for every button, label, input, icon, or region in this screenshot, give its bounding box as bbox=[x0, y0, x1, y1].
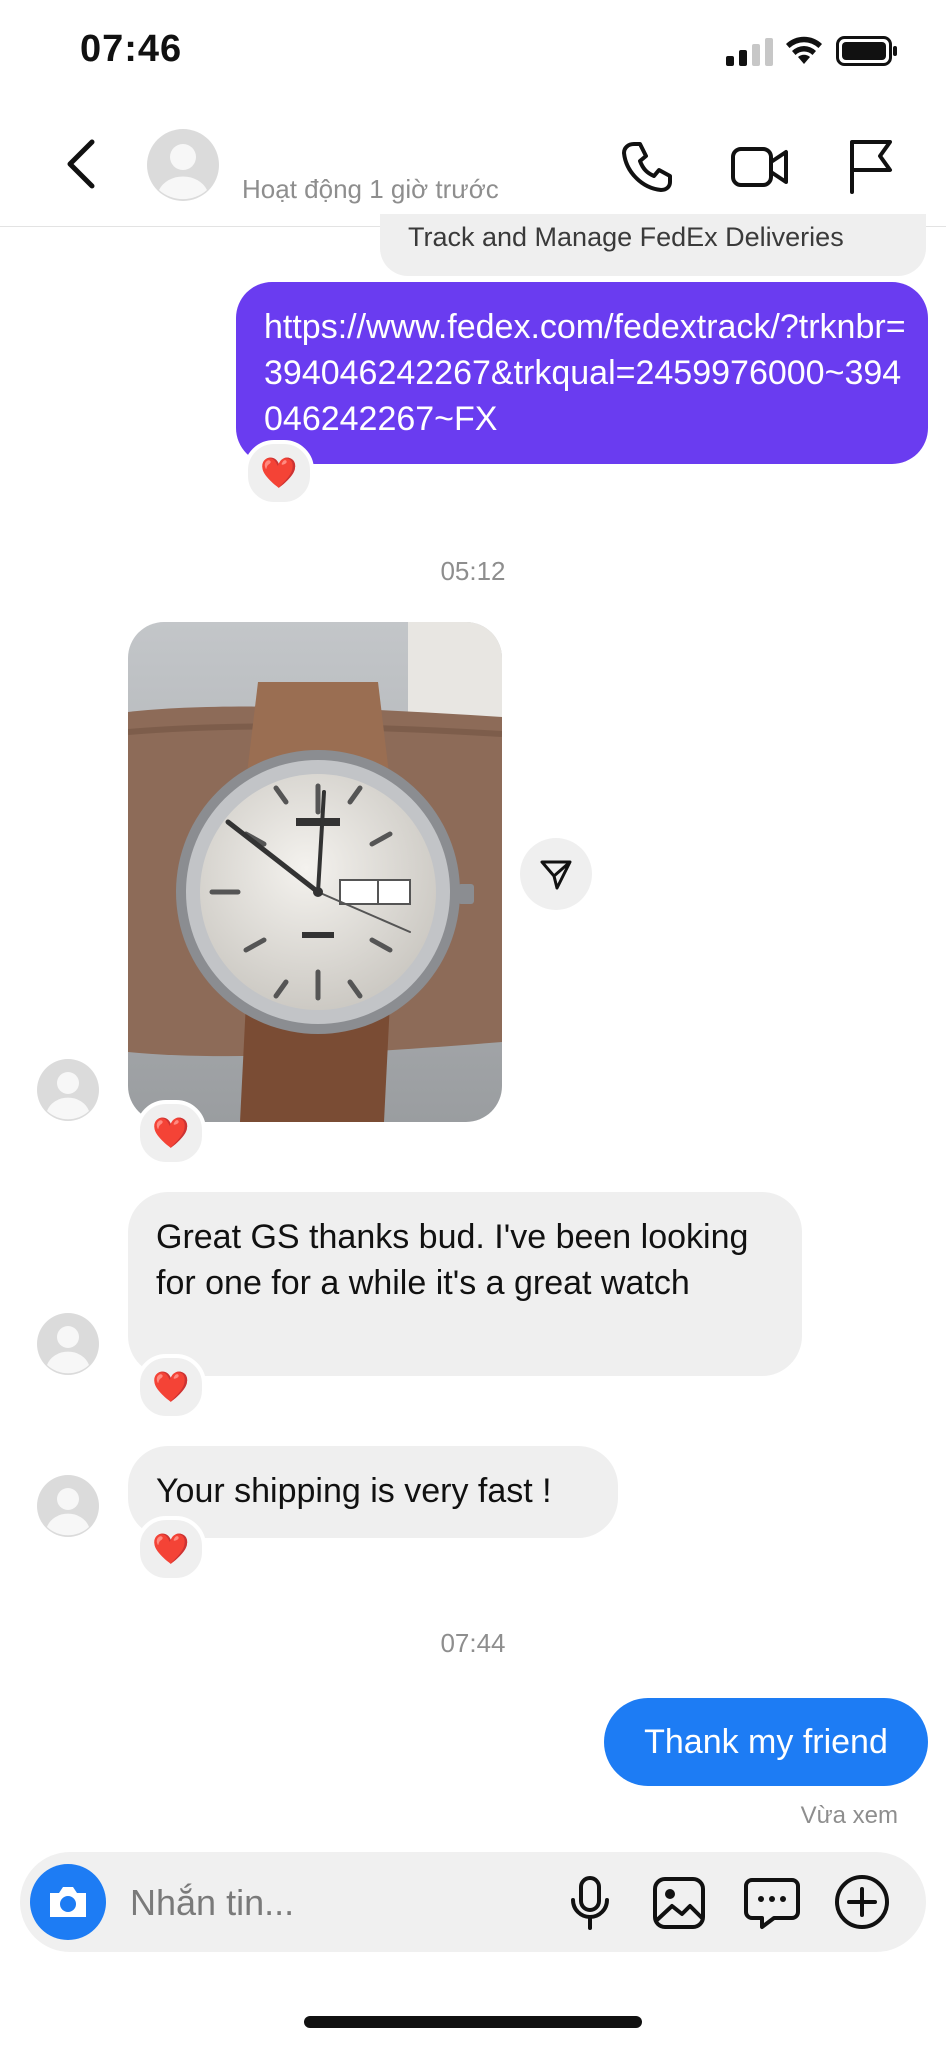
heart-reaction[interactable]: ❤️ bbox=[136, 1354, 206, 1420]
camera-icon bbox=[50, 1887, 86, 1917]
watch-photo[interactable] bbox=[128, 622, 502, 1122]
received-message-bubble[interactable]: Your shipping is very fast ! bbox=[128, 1446, 618, 1538]
link-preview-title: Track and Manage FedEx Deliveries bbox=[408, 222, 844, 252]
timestamp: 05:12 bbox=[440, 556, 506, 586]
sent-link-text[interactable]: https://www.fedex.com/fedextrack/?trknbr… bbox=[264, 304, 914, 442]
link-preview-card[interactable]: Track and Manage FedEx Deliveries bbox=[380, 214, 926, 276]
plus-icon[interactable] bbox=[834, 1874, 890, 1930]
watch-photo-image bbox=[128, 622, 502, 1122]
message-composer bbox=[20, 1852, 926, 1952]
flag-icon[interactable] bbox=[846, 138, 896, 194]
cellular-signal-icon bbox=[726, 38, 773, 66]
heart-emoji: ❤️ bbox=[152, 1370, 190, 1404]
sender-avatar[interactable] bbox=[36, 1474, 100, 1538]
send-arrow-icon bbox=[540, 860, 572, 890]
heart-emoji: ❤️ bbox=[260, 456, 298, 490]
sent-link-bubble[interactable]: https://www.fedex.com/fedextrack/?trknbr… bbox=[236, 282, 928, 464]
seen-status: Vừa xem bbox=[800, 1802, 898, 1829]
heart-emoji: ❤️ bbox=[152, 1116, 190, 1150]
avatar-placeholder-icon[interactable] bbox=[146, 128, 220, 202]
heart-emoji: ❤️ bbox=[152, 1532, 190, 1566]
received-message-bubble[interactable]: Great GS thanks bud. I've been looking f… bbox=[128, 1192, 802, 1376]
microphone-icon[interactable] bbox=[568, 1876, 612, 1930]
activity-status: Hoạt động 1 giờ trước bbox=[242, 174, 499, 204]
sent-message-bubble[interactable]: Thank my friend bbox=[604, 1698, 928, 1786]
camera-button[interactable] bbox=[30, 1864, 106, 1940]
heart-reaction[interactable]: ❤️ bbox=[136, 1100, 206, 1166]
sender-avatar[interactable] bbox=[36, 1058, 100, 1122]
received-message-text: Great GS thanks bud. I've been looking f… bbox=[156, 1218, 749, 1302]
timestamp: 07:44 bbox=[440, 1628, 506, 1658]
back-chevron-icon[interactable] bbox=[62, 136, 102, 192]
sender-avatar[interactable] bbox=[36, 1312, 100, 1376]
heart-reaction[interactable]: ❤️ bbox=[244, 440, 314, 506]
message-input[interactable] bbox=[128, 1876, 432, 1930]
gallery-icon[interactable] bbox=[652, 1876, 706, 1930]
phone-icon[interactable] bbox=[620, 140, 674, 194]
video-camera-icon[interactable] bbox=[730, 140, 790, 194]
status-bar-time: 07:46 bbox=[80, 28, 183, 70]
wifi-icon bbox=[786, 36, 822, 64]
share-button[interactable] bbox=[520, 838, 592, 910]
sent-message-text: Thank my friend bbox=[644, 1722, 888, 1761]
sticker-icon[interactable] bbox=[744, 1874, 800, 1930]
heart-reaction[interactable]: ❤️ bbox=[136, 1516, 206, 1582]
home-indicator[interactable] bbox=[304, 2016, 642, 2028]
battery-icon bbox=[836, 36, 897, 66]
received-message-text: Your shipping is very fast ! bbox=[156, 1472, 552, 1510]
